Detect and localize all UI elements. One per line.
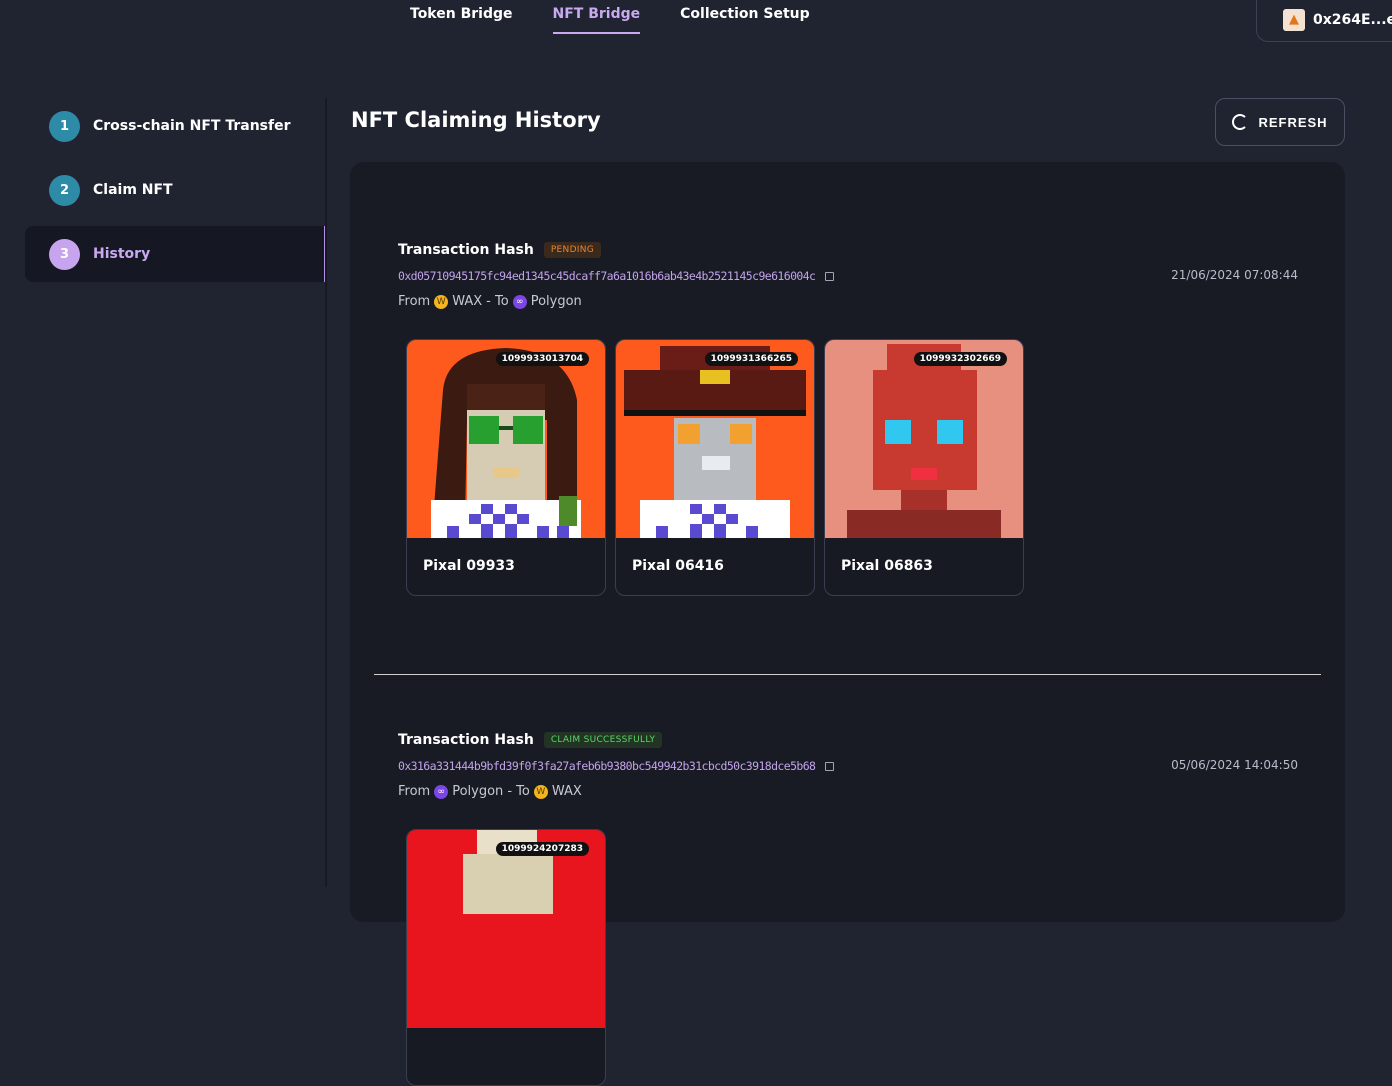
nft-name — [407, 1028, 605, 1068]
nft-name: Pixal 09933 — [423, 558, 515, 574]
transaction-time: 21/06/2024 07:08:44 — [1171, 268, 1298, 282]
chain-route: From ∞ Polygon - To W WAX — [398, 784, 1298, 799]
status-badge: CLAIM SUCCESSFULLY — [543, 732, 663, 748]
nft-id-badge: 1099932302669 — [913, 352, 1007, 366]
nft-card[interactable]: 1099931366265 Pixal 06416 — [615, 339, 815, 596]
nft-image: 1099931366265 — [616, 340, 814, 538]
transaction-hash[interactable]: 0x316a331444b9bfd39f0f3fa27afeb6b9380bc5… — [398, 759, 816, 773]
sidebar: 1 Cross-chain NFT Transfer 2 Claim NFT 3… — [25, 98, 326, 290]
nft-card[interactable]: 1099924207283 — [406, 829, 606, 1086]
nft-name: Pixal 06863 — [841, 558, 933, 574]
polygon-icon: ∞ — [512, 294, 527, 309]
transaction-hash-label: Transaction Hash — [398, 732, 534, 748]
nft-card[interactable]: 1099933013704 Pixal 09933 — [406, 339, 606, 596]
nft-image: 1099933013704 — [407, 340, 605, 538]
polygon-icon: ∞ — [434, 784, 449, 799]
to-chain: Polygon — [530, 294, 582, 309]
transaction-hash-label: Transaction Hash — [398, 242, 534, 258]
nft-name: Pixal 06416 — [632, 558, 724, 574]
step-number: 3 — [49, 238, 80, 270]
nft-image: 1099924207283 — [407, 830, 605, 1028]
tab-collection-setup[interactable]: Collection Setup — [680, 0, 810, 34]
transaction-item: Transaction Hash PENDING 0xd05710945175f… — [398, 240, 1298, 596]
transaction-time: 05/06/2024 14:04:50 — [1171, 758, 1298, 772]
wallet-address: 0x264E...e4 — [1313, 11, 1392, 28]
nft-id-badge: 1099924207283 — [495, 842, 589, 856]
nft-id-badge: 1099931366265 — [704, 352, 798, 366]
to-chain: WAX — [551, 784, 582, 799]
status-badge: PENDING — [543, 242, 602, 258]
transaction-item: Transaction Hash CLAIM SUCCESSFULLY 0x31… — [398, 730, 1298, 1086]
step-number: 2 — [49, 174, 80, 206]
step-label: Cross-chain NFT Transfer — [93, 118, 291, 134]
history-panel: Transaction Hash PENDING 0xd05710945175f… — [350, 162, 1345, 1086]
step-label: Claim NFT — [93, 182, 173, 198]
step-number: 1 — [49, 110, 80, 142]
sidebar-step-transfer[interactable]: 1 Cross-chain NFT Transfer — [25, 98, 326, 154]
tab-token-bridge[interactable]: Token Bridge — [410, 0, 513, 34]
chain-route: From W WAX - To ∞ Polygon — [398, 294, 1298, 309]
from-chain: WAX — [452, 294, 483, 309]
wax-icon: W — [533, 784, 548, 799]
transaction-divider — [374, 674, 1321, 675]
to-label: - To — [507, 784, 530, 799]
external-link-icon[interactable] — [825, 271, 835, 281]
sidebar-divider — [325, 98, 327, 887]
from-chain: Polygon — [452, 784, 504, 799]
to-label: - To — [486, 294, 509, 309]
top-nav: Token Bridge NFT Bridge Collection Setup — [410, 0, 810, 40]
from-label: From — [398, 294, 431, 309]
nft-id-badge: 1099933013704 — [495, 352, 589, 366]
transaction-hash[interactable]: 0xd05710945175fc94ed1345c45dcaff7a6a1016… — [398, 269, 816, 283]
tab-nft-bridge[interactable]: NFT Bridge — [552, 0, 640, 34]
sidebar-step-claim[interactable]: 2 Claim NFT — [25, 162, 326, 218]
refresh-label: REFRESH — [1258, 114, 1328, 130]
nft-image: 1099932302669 — [825, 340, 1023, 538]
from-label: From — [398, 784, 431, 799]
step-label: History — [93, 246, 151, 262]
metamask-fox-icon: ▲ — [1283, 8, 1305, 31]
external-link-icon[interactable] — [825, 761, 835, 771]
wallet-button[interactable]: ▲ 0x264E...e4 — [1256, 0, 1392, 42]
sidebar-step-history[interactable]: 3 History — [25, 226, 326, 282]
refresh-button[interactable]: REFRESH — [1215, 98, 1345, 146]
nft-card[interactable]: 1099932302669 Pixal 06863 — [824, 339, 1024, 596]
wax-icon: W — [434, 294, 449, 309]
page-title: NFT Claiming History — [351, 108, 601, 132]
refresh-icon — [1232, 114, 1249, 130]
